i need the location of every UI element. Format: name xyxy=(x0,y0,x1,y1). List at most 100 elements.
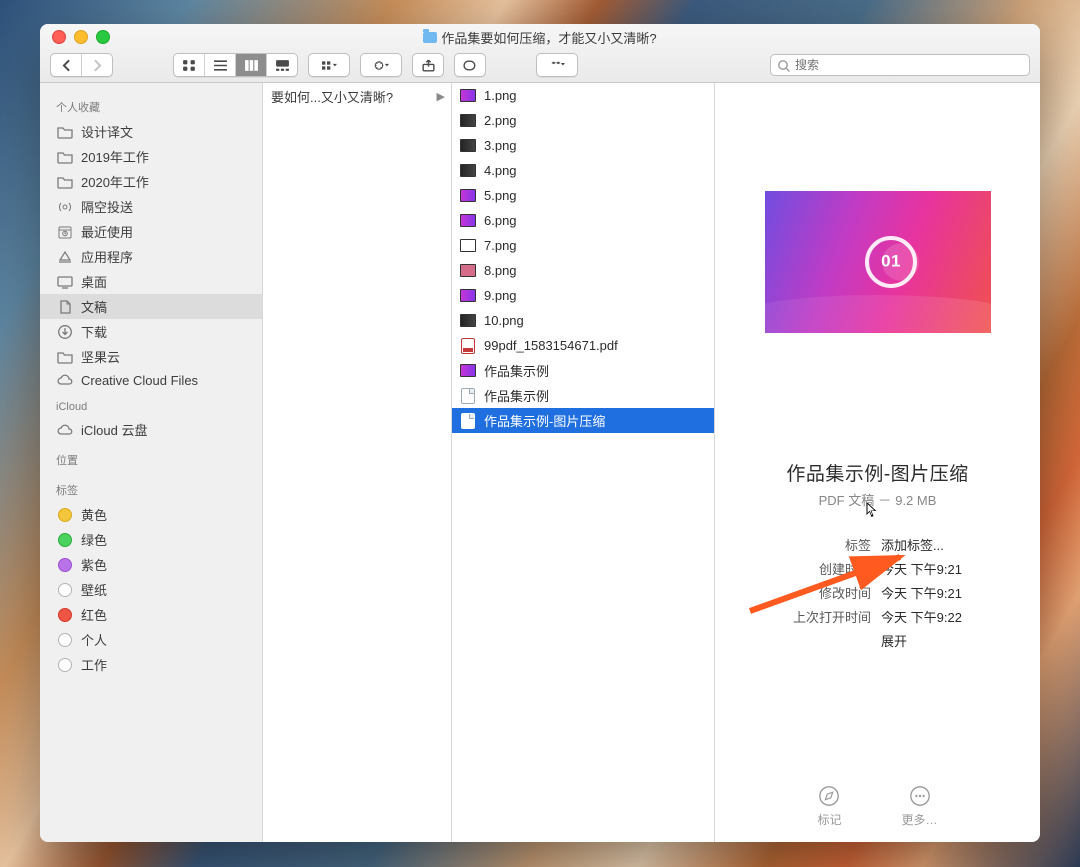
preview-actions: 标记 更多… xyxy=(715,785,1040,828)
minimize-button[interactable] xyxy=(74,30,88,44)
file-name: 9.png xyxy=(484,288,517,303)
image-thumb-icon xyxy=(460,264,476,277)
folder-icon xyxy=(56,174,73,190)
sidebar-item-label: 2019年工作 xyxy=(81,147,149,166)
sidebar-tag-yellow[interactable]: 黄色 xyxy=(40,502,262,527)
preview-pane: 01 作品集示例-图片压缩 PDF 文稿－9.2 MB 标签 添加标签... 创… xyxy=(715,83,1040,842)
file-name: 6.png xyxy=(484,213,517,228)
file-row[interactable]: 作品集示例 xyxy=(452,358,714,383)
search-field[interactable] xyxy=(770,54,1030,76)
document-icon xyxy=(460,389,476,402)
image-thumb-icon xyxy=(460,314,476,327)
sidebar-item-downloads[interactable]: 下载 xyxy=(40,319,262,344)
sidebar-item-desktop[interactable]: 桌面 xyxy=(40,269,262,294)
forward-button[interactable] xyxy=(81,54,112,76)
sidebar-header-favorites: 个人收藏 xyxy=(40,95,262,119)
sidebar-item-documents[interactable]: 文稿 xyxy=(40,294,262,319)
action-menu-button[interactable] xyxy=(360,53,402,77)
file-row[interactable]: 1.png xyxy=(452,83,714,108)
file-name: 作品集示例 xyxy=(484,386,549,405)
search-input[interactable] xyxy=(770,54,1030,76)
sidebar-tag-purple[interactable]: 紫色 xyxy=(40,552,262,577)
file-name: 1.png xyxy=(484,88,517,103)
view-gallery-button[interactable] xyxy=(266,54,297,76)
view-columns-button[interactable] xyxy=(235,54,266,76)
file-name: 5.png xyxy=(484,188,517,203)
dropbox-button[interactable] xyxy=(536,53,578,77)
sidebar-item-airdrop[interactable]: 隔空投送 xyxy=(40,194,262,219)
creative-cloud-icon xyxy=(56,372,73,388)
sidebar-item-label: 壁纸 xyxy=(81,580,107,599)
documents-icon xyxy=(56,299,73,315)
share-button[interactable] xyxy=(412,53,444,77)
finder-window: 作品集要如何压缩，才能又小又清晰? xyxy=(40,24,1040,842)
sidebar-item-label: 坚果云 xyxy=(81,347,120,366)
file-row[interactable]: 9.png xyxy=(452,283,714,308)
image-thumb-icon xyxy=(460,289,476,302)
column-folder-row[interactable]: 要如何...又小又清晰? ▶ xyxy=(263,83,451,110)
file-row[interactable]: 4.png xyxy=(452,158,714,183)
tag-dot-icon xyxy=(56,533,73,547)
tag-dot-icon xyxy=(56,558,73,572)
file-name: 4.png xyxy=(484,163,517,178)
sidebar-item-label: 桌面 xyxy=(81,272,107,291)
close-button[interactable] xyxy=(52,30,66,44)
sidebar-tag-red[interactable]: 红色 xyxy=(40,602,262,627)
sidebar-tag-work[interactable]: 工作 xyxy=(40,652,262,677)
file-row[interactable]: 6.png xyxy=(452,208,714,233)
sidebar-tag-wallpaper[interactable]: 壁纸 xyxy=(40,577,262,602)
more-button[interactable]: 更多… xyxy=(902,785,938,828)
image-thumb-icon xyxy=(460,139,476,152)
back-button[interactable] xyxy=(51,54,81,76)
markup-button[interactable]: 标记 xyxy=(817,785,841,828)
file-name: 2.png xyxy=(484,113,517,128)
file-row[interactable]: 99pdf_1583154671.pdf xyxy=(452,333,714,358)
sidebar-item-applications[interactable]: 应用程序 xyxy=(40,244,262,269)
sidebar-item-label: 文稿 xyxy=(81,297,107,316)
tag-dot-icon xyxy=(56,608,73,622)
image-thumb-icon xyxy=(460,164,476,177)
view-icons-button[interactable] xyxy=(174,54,204,76)
sidebar-item-label: 隔空投送 xyxy=(81,197,133,216)
sidebar-item-folder[interactable]: 坚果云 xyxy=(40,344,262,369)
file-row[interactable]: 8.png xyxy=(452,258,714,283)
window-title-text: 作品集要如何压缩，才能又小又清晰? xyxy=(441,28,656,47)
sidebar-item-folder[interactable]: 2020年工作 xyxy=(40,169,262,194)
view-list-button[interactable] xyxy=(204,54,235,76)
file-row[interactable]: 作品集示例 xyxy=(452,383,714,408)
sidebar-header-tags: 标签 xyxy=(40,478,262,502)
sidebar-tag-green[interactable]: 绿色 xyxy=(40,527,262,552)
file-row-selected[interactable]: 作品集示例-图片压缩 xyxy=(452,408,714,433)
downloads-icon xyxy=(56,324,73,340)
folder-icon xyxy=(56,149,73,165)
sidebar-item-label: 2020年工作 xyxy=(81,172,149,191)
tag-dot-icon xyxy=(56,633,73,647)
file-name: 作品集示例-图片压缩 xyxy=(484,411,605,430)
tags-button[interactable] xyxy=(454,53,486,77)
sidebar-item-folder[interactable]: 设计译文 xyxy=(40,119,262,144)
preview-thumbnail[interactable]: 01 xyxy=(765,191,991,333)
sidebar-item-folder[interactable]: 2019年工作 xyxy=(40,144,262,169)
maximize-button[interactable] xyxy=(96,30,110,44)
annotation-arrow xyxy=(745,549,925,624)
pdf-icon xyxy=(460,339,476,352)
file-row[interactable]: 5.png xyxy=(452,183,714,208)
desktop-icon xyxy=(56,274,73,290)
tag-dot-icon xyxy=(56,508,73,522)
sidebar: 个人收藏 设计译文 2019年工作 2020年工作 隔空投送 最近使用 应用程序… xyxy=(40,83,263,842)
sidebar-item-icloud-drive[interactable]: iCloud 云盘 xyxy=(40,417,262,442)
file-row[interactable]: 3.png xyxy=(452,133,714,158)
file-row[interactable]: 7.png xyxy=(452,233,714,258)
sidebar-item-label: 最近使用 xyxy=(81,222,133,241)
sidebar-tag-personal[interactable]: 个人 xyxy=(40,627,262,652)
file-name: 作品集示例 xyxy=(484,361,549,380)
file-row[interactable]: 2.png xyxy=(452,108,714,133)
sidebar-item-creative-cloud[interactable]: Creative Cloud Files xyxy=(40,369,262,391)
column-parent: 要如何...又小又清晰? ▶ xyxy=(263,83,452,842)
file-row[interactable]: 10.png xyxy=(452,308,714,333)
image-thumb-icon xyxy=(460,239,476,252)
group-by-button[interactable] xyxy=(308,53,350,77)
sidebar-item-recents[interactable]: 最近使用 xyxy=(40,219,262,244)
expand-link[interactable]: 展开 xyxy=(881,631,962,650)
sidebar-item-label: iCloud 云盘 xyxy=(81,420,147,439)
